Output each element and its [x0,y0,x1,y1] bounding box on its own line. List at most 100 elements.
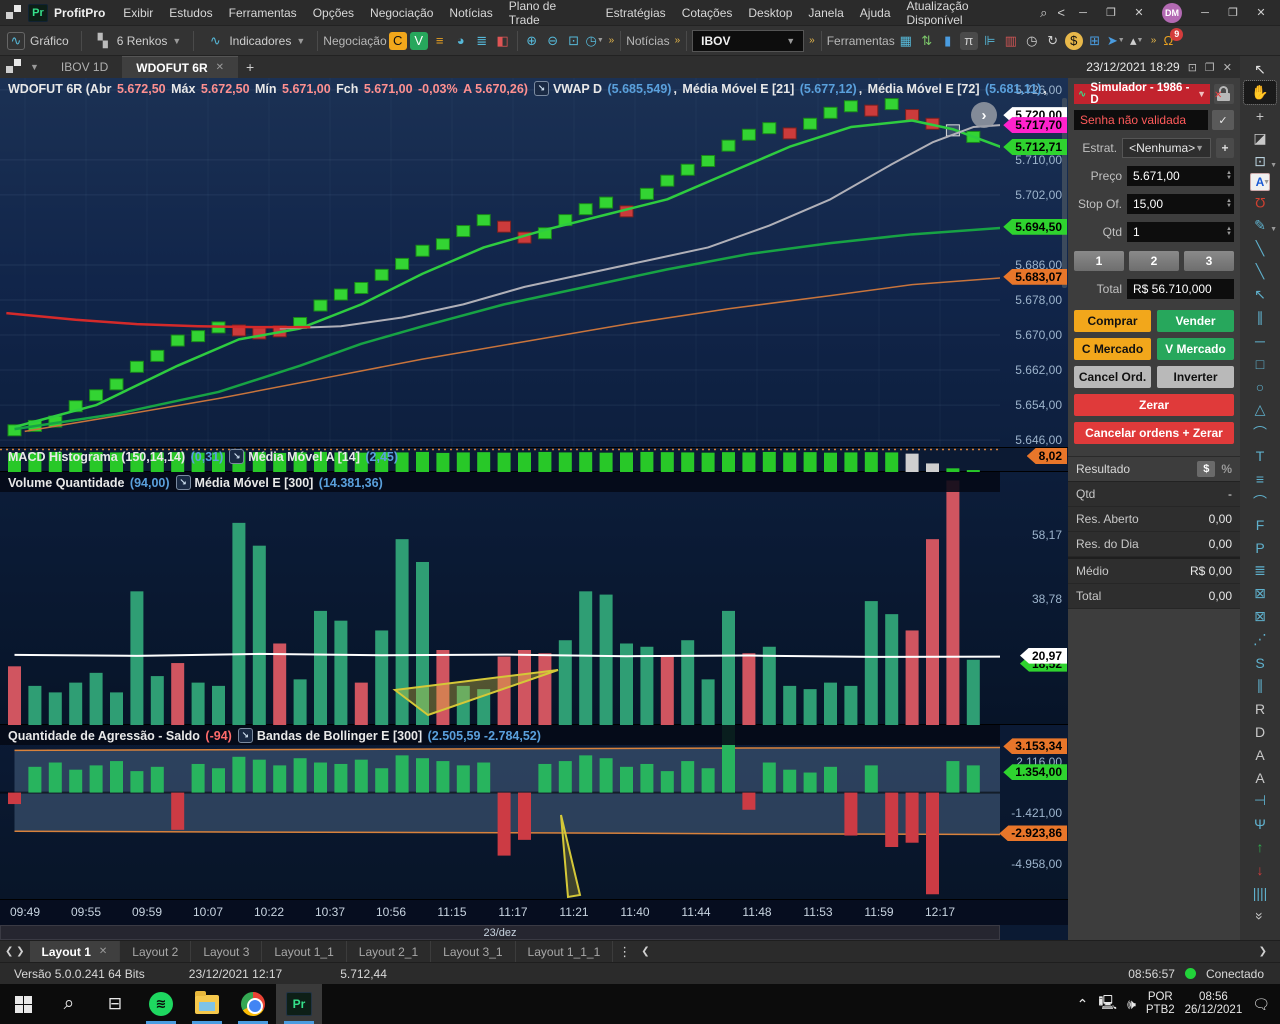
layout-nav-arrows[interactable]: ❮ ❯ [0,946,30,957]
chart-tab-ibov-1d[interactable]: IBOV 1D [47,56,122,78]
menu-item-atualiza-o-dispon-vel[interactable]: Atualização Disponível [899,0,1036,27]
angle-tool[interactable]: A [1244,743,1276,766]
overflow-chevrons-icon[interactable]: » [806,35,816,46]
speed-fan-tool[interactable]: S [1244,651,1276,674]
zoom-time-icon[interactable]: ◷ ▼ [586,32,604,50]
magnet-tool[interactable]: Ω [1244,191,1276,214]
overflow-chevrons-icon[interactable]: » [1148,35,1158,46]
segment-tool[interactable]: ╲ [1244,260,1276,283]
chart-tab-wdofut-6r[interactable]: WDOFUT 6R ✕ [122,56,238,78]
triangle-tool[interactable]: △ [1244,398,1276,421]
outer-minimize-icon[interactable]: ─ [1192,2,1218,24]
venda-badge-icon[interactable]: V [409,31,428,50]
close-layout-icon[interactable]: ✕ [99,946,107,957]
network-icon[interactable]: 🖳 [1098,992,1117,1016]
start-button[interactable] [0,984,46,1024]
text-tool[interactable]: T [1244,444,1276,467]
indicator-settings-icon[interactable]: ↘ [533,81,549,96]
coins-icon[interactable]: $ [1064,31,1083,50]
grafico-button[interactable]: ∿ Gráfico [0,27,76,55]
window-menu-icon[interactable] [6,59,24,75]
range-tool[interactable]: ⊣ [1244,789,1276,812]
stepper-icons[interactable]: ▲ ▼ [1226,170,1232,181]
venda-mercado-button[interactable]: V Mercado [1157,338,1234,360]
comprar-button[interactable]: Comprar [1074,310,1151,332]
menu-item-op-es[interactable]: Opções [305,0,362,26]
indicator-settings-icon[interactable]: ↘ [175,475,191,490]
add-tab-button[interactable]: + [238,59,262,75]
currency-toggle-button[interactable]: $ [1197,461,1216,477]
menu-item-desktop[interactable]: Desktop [740,0,800,26]
menu-item-estrat-gias[interactable]: Estratégias [598,0,674,26]
layout-tab-layout-1[interactable]: Layout 1 ✕ [29,940,121,963]
taskbar-search-button[interactable]: ⌕ [46,984,92,1024]
layout-overflow-icon[interactable]: ⋮ [613,944,636,960]
chart-area[interactable]: WDOFUT 6R (Abr 5.672,50 Máx 5.672,50 Mín… [0,78,1068,940]
scroll-to-latest-button[interactable]: › [971,102,997,128]
notification-center-icon[interactable]: 🗨 [1252,996,1270,1013]
arrow-line-tool[interactable]: ↖ [1244,283,1276,306]
speaker-icon[interactable]: 🕪 [1127,996,1136,1013]
chrome-taskbar-button[interactable] [230,984,276,1024]
buy-arrow-tool[interactable]: ↑ [1244,835,1276,858]
profitpro-taskbar-button[interactable]: Pr [276,984,322,1024]
dispersion-tool[interactable]: D [1244,720,1276,743]
brush-tool[interactable]: ✎ ▼ [1244,214,1277,237]
quick-qty-1[interactable]: 1 [1074,251,1124,271]
parallel-diagonals-tool[interactable]: ∥ [1244,674,1276,697]
clock-indicator[interactable]: 08:56 26/12/2021 [1185,991,1243,1017]
cancelar-zerar-button[interactable]: Cancelar ordens + Zerar [1074,422,1234,444]
fib-fan-tool[interactable]: F [1244,513,1276,536]
agressao-chart[interactable]: Quantidade de Agressão - Saldo (-94) ↘ B… [0,725,1068,900]
blocks-icon[interactable]: ▥ [1002,32,1020,50]
compra-badge-icon[interactable]: C [388,31,407,50]
indicadores-button[interactable]: ∿ Indicadores ▼ [199,27,312,55]
layout-tab-layout-3-1[interactable]: Layout 3_1 [431,940,516,963]
time-axis[interactable]: 09:49 09:55 09:59 10:07 10:22 10:37 10:56 11:15… [0,900,1068,925]
layout-tab-layout-3[interactable]: Layout 3 [191,940,263,963]
angle2-tool[interactable]: A [1244,766,1276,789]
layout-nav-end-icon[interactable]: ❮ [636,946,654,957]
quick-qty-3[interactable]: 3 [1184,251,1234,271]
noticias-label[interactable]: Notícias [626,34,669,48]
heatmap-icon[interactable]: ◧ [494,32,512,50]
pie-icon[interactable]: ◕ [452,32,470,50]
outer-close-icon[interactable]: ✕ [1248,2,1274,24]
indicator-settings-icon[interactable]: ↘ [229,449,245,464]
menu-item-ferramentas[interactable]: Ferramentas [221,0,305,26]
overflow-chevrons-icon[interactable]: » [672,35,682,46]
arc-tool[interactable]: ⌒ [1244,421,1276,444]
explorer-taskbar-button[interactable] [184,984,230,1024]
menu-item-ajuda[interactable]: Ajuda [852,0,899,26]
preco-input[interactable]: 5.671,00 ▲ ▼ [1127,166,1234,186]
zoom-in-icon[interactable]: ⊕ [523,32,541,50]
quick-qty-2[interactable]: 2 [1129,251,1179,271]
eraser-tool[interactable]: ◪ [1244,127,1276,150]
tray-expand-icon[interactable]: ⌃ [1077,996,1089,1013]
menu-item-janela[interactable]: Janela [800,0,851,26]
percent-toggle-button[interactable]: % [1221,462,1232,476]
language-indicator[interactable]: POR PTB2 [1146,991,1175,1017]
crosshair-tool[interactable]: + [1244,104,1276,127]
layout-tab-layout-2-1[interactable]: Layout 2_1 [347,940,432,963]
search-icon[interactable]: ⌕ [1035,5,1052,21]
depth-icon[interactable]: ⊫ [981,32,999,50]
stepper-icons[interactable]: ▲ ▼ [1226,198,1232,209]
layout-far-right-icon[interactable]: ❯ [1254,946,1272,957]
zoom-out-icon[interactable]: ⊖ [544,32,562,50]
notifications-button[interactable]: Ω 9 [1159,27,1184,50]
zerar-button[interactable]: Zerar [1074,394,1234,416]
close-panel-icon[interactable]: ✕ [1223,61,1232,74]
pin-icon[interactable]: ⊡ [1188,61,1197,74]
price-lines-tool[interactable]: |||| [1244,881,1276,904]
chevron-down-icon[interactable]: ▼ [30,62,39,72]
overflow-chevrons-icon[interactable]: » [606,35,616,46]
parallel-channel-tool[interactable]: P [1244,536,1276,559]
macd-chart[interactable]: MACD Histograma (150,14,14) (0,31) ↘ Méd… [0,448,1068,472]
cancelar-ordens-button[interactable]: Cancel Ord. [1074,366,1151,388]
regression-tool[interactable]: R [1244,697,1276,720]
restore-icon[interactable]: ❐ [1098,2,1124,24]
book-icon[interactable]: ▮ [939,32,957,50]
outer-maximize-icon[interactable]: ❐ [1220,2,1246,24]
compra-mercado-button[interactable]: C Mercado [1074,338,1151,360]
